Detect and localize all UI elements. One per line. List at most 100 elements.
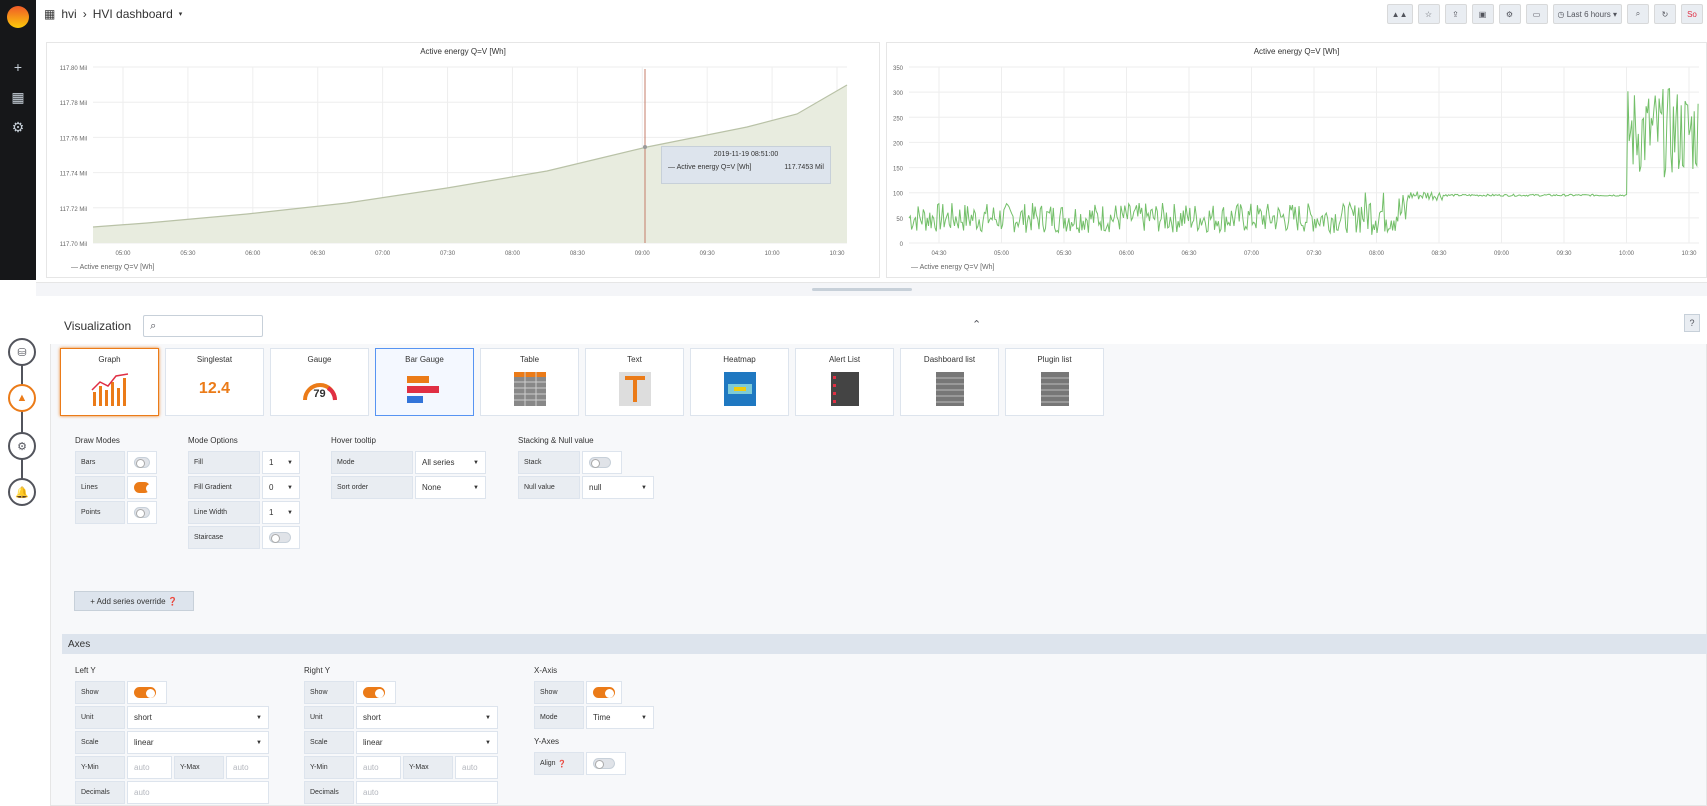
y-tick-label: 200 (893, 141, 904, 147)
alert-list-thumb-icon (830, 372, 859, 406)
panel-energy-line[interactable]: Active energy Q=V [Wh] 117.80 Mil 117.78 … (46, 42, 880, 278)
x-axis-mode-select[interactable]: Time ▼ (586, 706, 654, 729)
add-series-override-button[interactable]: + Add series override ❓ (74, 591, 194, 611)
legend[interactable]: — Active energy Q=V [Wh] (71, 264, 154, 271)
tv-mode-icon[interactable]: ▭ (1525, 4, 1548, 24)
left-sidebar: + ▦ ⚙ (0, 0, 36, 280)
x-axis-group: X-Axis Show Mode Time ▼ Y-Axes Align ❓ (534, 666, 654, 777)
stack-toggle[interactable] (589, 457, 611, 468)
line-width-select[interactable]: 1 ▼ (262, 501, 300, 524)
right-y-unit-select[interactable]: short ▼ (356, 706, 498, 729)
graph-2[interactable]: 350 300 250 200 150 100 50 0 04:30 05:00 05:30 06:0… (887, 59, 1707, 259)
fill-select[interactable]: 1 ▼ (262, 451, 300, 474)
fill-gradient-select[interactable]: 0 ▼ (262, 476, 300, 499)
x-tick-label: 09:30 (700, 251, 716, 257)
plugin-list-thumb-icon (1040, 372, 1069, 406)
dashboards-icon[interactable]: ▦ (0, 82, 36, 112)
viz-table[interactable]: Table (480, 348, 579, 416)
user-button[interactable]: So (1681, 4, 1703, 24)
x-tick-label: 08:00 (505, 251, 521, 257)
null-value-select[interactable]: null ▼ (582, 476, 654, 499)
x-tick-label: 08:30 (1431, 251, 1447, 257)
y-tick-label: 100 (893, 192, 904, 198)
collapse-icon[interactable]: ⌃ (972, 318, 981, 331)
x-axis-show-toggle[interactable] (593, 687, 615, 698)
viz-gauge[interactable]: Gauge 79 (270, 348, 369, 416)
share-icon[interactable]: ⇪ (1444, 4, 1467, 24)
dashboard-title[interactable]: HVI dashboard (93, 7, 173, 21)
gauge-thumb-icon: 79 (300, 370, 340, 408)
right-y-max-input[interactable]: auto (455, 756, 498, 779)
legend[interactable]: — Active energy Q=V [Wh] (911, 264, 994, 271)
general-step-icon[interactable]: ⚙ (8, 432, 36, 460)
points-label: Points (75, 501, 125, 524)
x-tick-label: 10:30 (1681, 251, 1697, 257)
grafana-logo-icon[interactable] (7, 6, 29, 28)
sort-order-select[interactable]: None ▼ (415, 476, 486, 499)
x-tick-label: 05:30 (180, 251, 196, 257)
viz-text[interactable]: Text (585, 348, 684, 416)
singlestat-thumb-icon: 12.4 (198, 380, 231, 397)
left-y-show-toggle[interactable] (134, 687, 156, 698)
points-toggle[interactable] (134, 507, 150, 518)
bar-gauge-thumb-icon (406, 376, 439, 403)
viz-header: Visualization ⌕ (50, 308, 1707, 344)
lines-toggle[interactable] (134, 482, 155, 493)
refresh-icon[interactable]: ↻ (1654, 4, 1676, 24)
left-y-decimals-input[interactable]: auto (127, 781, 269, 804)
alert-step-icon[interactable]: 🔔 (8, 478, 36, 506)
right-y-min-input[interactable]: auto (356, 756, 401, 779)
axes-section-header[interactable]: Axes (62, 634, 1707, 654)
left-y-min-input[interactable]: auto (127, 756, 172, 779)
star-icon[interactable]: ☆ (1417, 4, 1440, 24)
breadcrumb-home[interactable]: hvi (61, 7, 76, 21)
x-tick-label: 05:00 (115, 251, 131, 257)
x-tick-label: 05:30 (1056, 251, 1072, 257)
y-tick-label: 117.80 Mil (60, 66, 87, 72)
viz-plugin-list[interactable]: Plugin list (1005, 348, 1104, 416)
bars-label: Bars (75, 451, 125, 474)
panel-title[interactable]: Active energy Q=V [Wh] (887, 47, 1706, 56)
y-tick-label: 300 (893, 91, 904, 97)
x-tick-label: 06:30 (310, 251, 326, 257)
right-y-decimals-input[interactable]: auto (356, 781, 498, 804)
queries-step-icon[interactable]: ⛁ (8, 338, 36, 366)
resize-handle[interactable] (812, 288, 912, 291)
left-y-max-input[interactable]: auto (226, 756, 269, 779)
viz-graph[interactable]: Graph (60, 348, 159, 416)
tooltip: 2019-11-19 08:51:00 — Active energy Q=V … (661, 146, 831, 184)
help-button[interactable]: ? (1684, 314, 1700, 332)
panel-energy-noisy[interactable]: Active energy Q=V [Wh] 350 300 250 200 150 10… (886, 42, 1707, 278)
add-panel-button[interactable]: ▲▲ (1386, 4, 1413, 24)
breadcrumb[interactable]: ▦ hvi › HVI dashboard ▾ (44, 7, 182, 21)
x-tick-label: 07:30 (440, 251, 456, 257)
settings-icon[interactable]: ⚙ (1498, 4, 1521, 24)
viz-dashboard-list[interactable]: Dashboard list (900, 348, 999, 416)
viz-alert-list[interactable]: Alert List (795, 348, 894, 416)
bars-toggle[interactable] (134, 457, 150, 468)
plus-icon[interactable]: + (0, 52, 36, 82)
viz-search-input[interactable]: ⌕ (143, 315, 264, 337)
left-y-unit-select[interactable]: short ▼ (127, 706, 269, 729)
graph-thumb-icon (90, 373, 128, 406)
zoom-out-icon[interactable]: ⌕ (1627, 4, 1649, 24)
tooltip-mode-select[interactable]: All series ▼ (415, 451, 486, 474)
y-tick-label: 117.72 Mil (60, 207, 87, 213)
left-y-scale-select[interactable]: linear ▼ (127, 731, 269, 754)
hover-point (643, 145, 647, 149)
viz-bar-gauge[interactable]: Bar Gauge (375, 348, 474, 416)
visualization-step-icon[interactable]: ▲ (8, 384, 36, 412)
right-y-show-toggle[interactable] (363, 687, 385, 698)
time-picker[interactable]: ◷ Last 6 hours ▾ (1552, 4, 1622, 24)
x-tick-label: 07:00 (375, 251, 391, 257)
viz-singlestat[interactable]: Singlestat 12.4 (165, 348, 264, 416)
x-tick-label: 07:30 (1306, 251, 1322, 257)
stacking-group: Stacking & Null value Stack Null value nu… (518, 436, 654, 501)
gear-icon[interactable]: ⚙ (0, 112, 36, 142)
panel-title[interactable]: Active energy Q=V [Wh] (47, 47, 879, 56)
staircase-toggle[interactable] (269, 532, 291, 543)
viz-heatmap[interactable]: Heatmap (690, 348, 789, 416)
right-y-scale-select[interactable]: linear ▼ (356, 731, 498, 754)
save-icon[interactable]: ▣ (1471, 4, 1494, 24)
align-toggle[interactable] (593, 758, 615, 769)
